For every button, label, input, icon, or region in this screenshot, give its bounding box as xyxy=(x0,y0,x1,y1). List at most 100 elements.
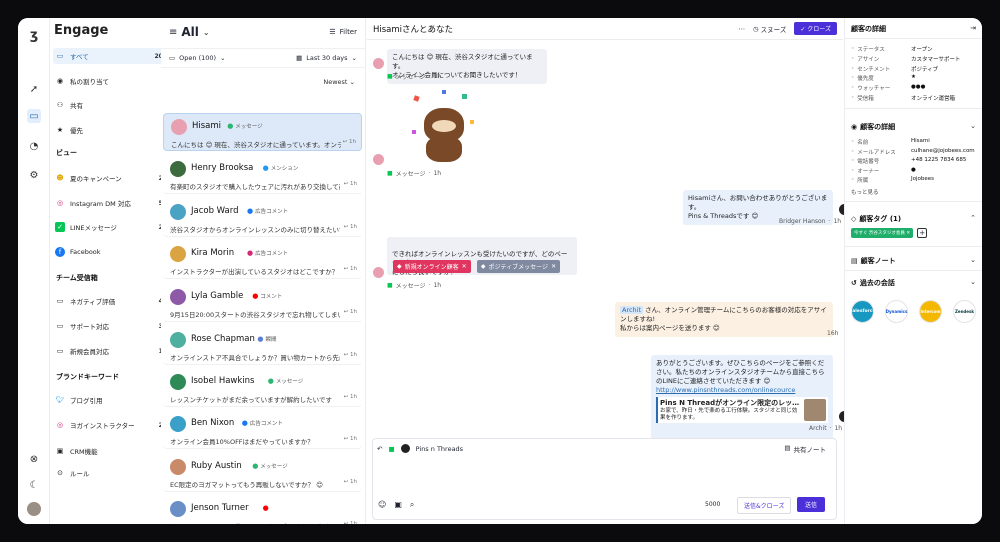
nav-crm[interactable]: ▣ CRM機能 xyxy=(53,443,173,459)
reply-mode-icon[interactable]: ↶ xyxy=(377,445,382,453)
detail-label-text: 名前 xyxy=(857,140,869,146)
detail-value[interactable]: ●●● xyxy=(911,84,925,92)
nav-item-assigned[interactable]: ◉私の割り当て5 xyxy=(53,73,173,89)
divider xyxy=(845,246,982,247)
conversation-item[interactable]: Jenson Turner ● オンラインレッスンの動画のアーカイブはどこから観れま… xyxy=(163,496,362,524)
send-icon[interactable]: ➚ xyxy=(27,82,41,96)
add-tag-button[interactable]: + xyxy=(917,228,928,238)
nav-view-line[interactable]: ✓LINEメッセージ23 xyxy=(53,219,173,235)
collapse-panel-icon[interactable]: ⇥ xyxy=(970,24,976,32)
send-and-close-button[interactable]: 送信&クローズ xyxy=(737,497,792,514)
detail-value[interactable]: Hisami xyxy=(911,138,930,146)
dark-mode-icon[interactable]: ☾ xyxy=(27,478,41,492)
salesforce-logo[interactable]: salesforce xyxy=(850,300,876,323)
conversation-item[interactable]: Ruby Austin ● メッセージ EC限定のヨガマットってもう再販しないですか？… xyxy=(163,454,362,492)
more-icon[interactable]: ⋯ xyxy=(739,25,746,33)
nav-team-support[interactable]: ▭サポート対応32 xyxy=(53,318,173,334)
detail-value[interactable]: +48 1225 7834 685 xyxy=(911,157,966,165)
nav-view-facebook[interactable]: fFacebook2 xyxy=(53,244,173,260)
nav-keyword-yoga[interactable]: ◎ヨガインストラクター22 xyxy=(53,417,173,433)
chevron-down-icon[interactable]: ⌄ xyxy=(970,122,976,130)
detail-row: ◦ 所属 Jojobees xyxy=(851,176,977,184)
snooze-button[interactable]: ◷ スヌーズ xyxy=(753,24,786,34)
conversation-item[interactable]: Kira Morin ● 広告コメント インストラクターが出演しているスタジオはどこで… xyxy=(163,241,362,279)
time-value: 1h xyxy=(350,394,357,400)
link-preview-card[interactable]: Pins N Threadがオンライン限定のレッ… お家で、昨日・先で楽める工行… xyxy=(656,397,828,423)
nav-view-summer[interactable]: ☻夏のキャンペーン28 xyxy=(53,170,173,186)
show-more-link[interactable]: もっと見る xyxy=(851,188,879,196)
send-button[interactable]: 送信 xyxy=(797,497,826,512)
detail-value[interactable]: culhane@jojobees.com xyxy=(911,148,975,156)
nav-keyword-blog[interactable]: 🐦︎ブログ引用7 xyxy=(53,392,173,408)
reports-icon[interactable]: ◔ xyxy=(27,139,41,153)
customer-tag[interactable]: 今すぐ 渋谷スタジオ会員 ✕ xyxy=(851,228,914,238)
nav-item-all[interactable]: ▭すべて200 xyxy=(53,48,173,64)
chevron-down-icon[interactable]: ⌄ xyxy=(203,28,210,37)
emoji-icon[interactable]: ☺ xyxy=(378,500,386,510)
detail-value[interactable]: カスタマーサポート xyxy=(911,55,960,63)
close-conversation-button[interactable]: ✓ クローズ xyxy=(794,22,837,35)
collapse-icon[interactable]: ≡ xyxy=(169,27,177,38)
user-avatar[interactable] xyxy=(27,502,41,516)
zendesk-logo[interactable]: Zendesk xyxy=(953,300,976,323)
detail-value[interactable]: ★ xyxy=(911,74,916,82)
nav-rules[interactable]: ⊙ ルール xyxy=(53,465,173,481)
inbox-icon: ▭ xyxy=(169,54,176,62)
sort-dropdown[interactable]: Newest ⌄ xyxy=(323,78,355,86)
settings-gear-icon[interactable]: ⚙ xyxy=(27,168,41,182)
chevron-up-icon[interactable]: ⌃ xyxy=(970,214,976,222)
field-icon: ◦ xyxy=(851,65,855,72)
contact-name: Rose Chapman xyxy=(191,334,255,344)
contact-avatar xyxy=(171,119,187,135)
nav-item-priority[interactable]: ★優先9 xyxy=(53,122,173,138)
tag-pill[interactable]: ◆ ポジティブメッセージ ✕ xyxy=(476,260,561,273)
twitter-icon: 🐦︎ xyxy=(55,396,65,404)
conversation-item[interactable]: Henry Brooksa ● メンション 有楽町のスタジオで購入したウェアに汚れがあ… xyxy=(163,156,362,194)
image-icon[interactable]: ▣ xyxy=(394,500,402,510)
team-inbox-heading: チーム受信箱 xyxy=(56,274,98,282)
nav-view-instagram[interactable]: ◎Instagram DM 対応56 xyxy=(53,195,173,211)
conversation-item[interactable]: Lyla Gamble ● コメント 9月15日20:00スタートの渋谷スタジオで忘れ… xyxy=(163,284,362,322)
nav-team-negative[interactable]: ▭ネガティブ評価41 xyxy=(53,293,173,309)
logo-text: Zendesk xyxy=(954,309,975,314)
conversation-item[interactable]: Ben Nixon ● 広告コメント オンライン会員10%OFFはまだやっていますか？… xyxy=(163,411,362,449)
message-author: Archit xyxy=(809,425,827,432)
detail-label: ◦ ステータス xyxy=(851,45,911,53)
status-dropdown[interactable]: ▭ Open (100) ⌄ xyxy=(169,54,226,62)
message-meta: Archit · 1h xyxy=(809,425,843,432)
reply-link[interactable]: http://www.pinsnthreads.com/onlinecource xyxy=(656,386,828,395)
date-range-dropdown[interactable]: ▦ Last 30 days ⌄ xyxy=(296,54,357,62)
conversation-item[interactable]: Hisami ● メッセージ こんにちは 😊 現在、渋谷スタジオに通っています。オンラ… xyxy=(163,113,362,151)
detail-value[interactable]: オープン xyxy=(911,45,933,53)
filter-button[interactable]: ☰ Filter xyxy=(329,28,357,36)
team-icon: ⚇ xyxy=(56,101,64,109)
customer-avatar xyxy=(373,58,384,69)
detail-value[interactable]: オンライン運営箱 xyxy=(911,94,955,102)
canned-reply-icon[interactable]: ⌕ xyxy=(410,500,414,510)
conversation-item[interactable]: Jacob Ward ● 広告コメント 渋谷スタジオからオンラインレッスンのみに切り替… xyxy=(163,199,362,237)
channel-tag: ● メッセージ xyxy=(252,462,288,470)
intercom-logo[interactable]: Intercom xyxy=(919,300,942,323)
help-icon[interactable]: ⊗ xyxy=(27,452,41,466)
nav-item-shared[interactable]: ⚇共有7 xyxy=(53,97,173,113)
tag-pill[interactable]: ◆ 新規オンライン顧客 ✕ xyxy=(393,260,471,273)
internal-note-bubble: Archit さん、オンライン管理チームにこちらのお客様の対応をアサインしますね… xyxy=(615,302,833,337)
dynamics-logo[interactable]: Dynamics xyxy=(885,300,908,323)
conversation-item[interactable]: Isobel Hawkins ● メッセージ レッスンチケットがまだ余っていますが解約… xyxy=(163,369,362,407)
nav-item-label: 私の割り当て xyxy=(70,78,109,86)
detail-row: ◦ ステータス オープン xyxy=(851,45,977,53)
chevron-down-icon[interactable]: ⌄ xyxy=(970,256,976,264)
detail-value[interactable]: ● xyxy=(911,167,916,175)
chevron-down-icon[interactable]: ⌄ xyxy=(970,278,976,286)
message-time: 1h xyxy=(833,218,842,225)
conversation-item[interactable]: Rose Chapman ● 瞬間 オンラインストア不具合でしょうか？買い物カートから… xyxy=(163,327,362,365)
reply-text-area[interactable] xyxy=(377,461,832,489)
mention-chip[interactable]: Archit xyxy=(620,306,644,314)
shared-note-button[interactable]: ▤ 共有ノート xyxy=(784,444,826,454)
detail-value[interactable]: Jojobees xyxy=(911,176,934,184)
nav-team-new-members[interactable]: ▭新規会員対応12 xyxy=(53,343,173,359)
account-name[interactable]: Pins n Threads xyxy=(416,445,463,453)
brand-keyword-heading: ブランドキーワード xyxy=(56,373,119,381)
detail-value[interactable]: ポジティブ xyxy=(911,65,938,73)
inbox-icon[interactable]: ▭ xyxy=(27,109,41,123)
